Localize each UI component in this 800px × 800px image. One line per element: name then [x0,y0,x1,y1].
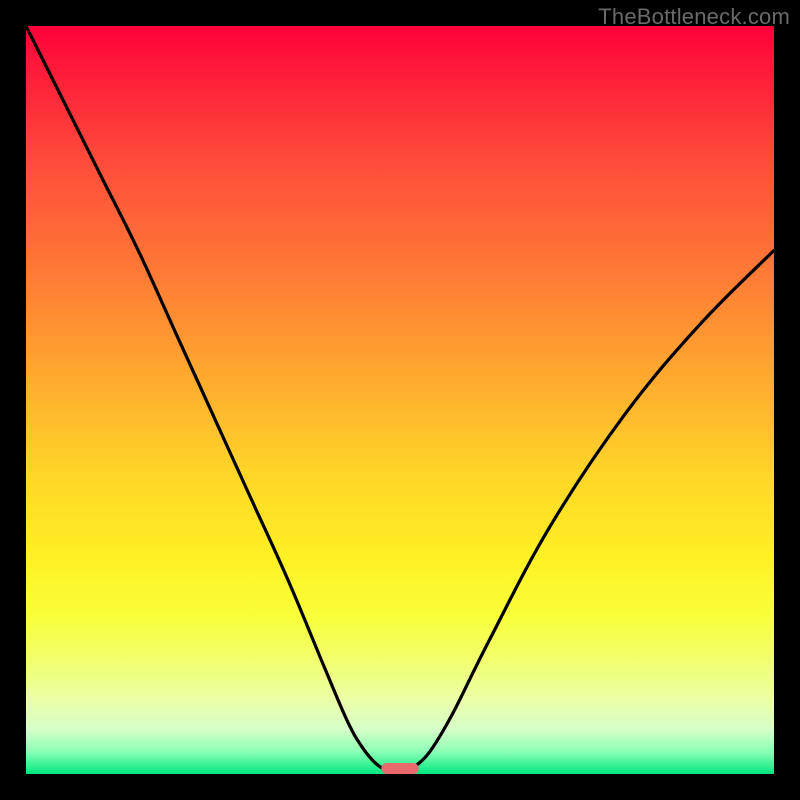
chart-svg [26,26,774,774]
chart-plot-area [26,26,774,774]
watermark-text: TheBottleneck.com [598,4,790,30]
min-marker [381,763,418,774]
bottleneck-curve [26,26,774,774]
